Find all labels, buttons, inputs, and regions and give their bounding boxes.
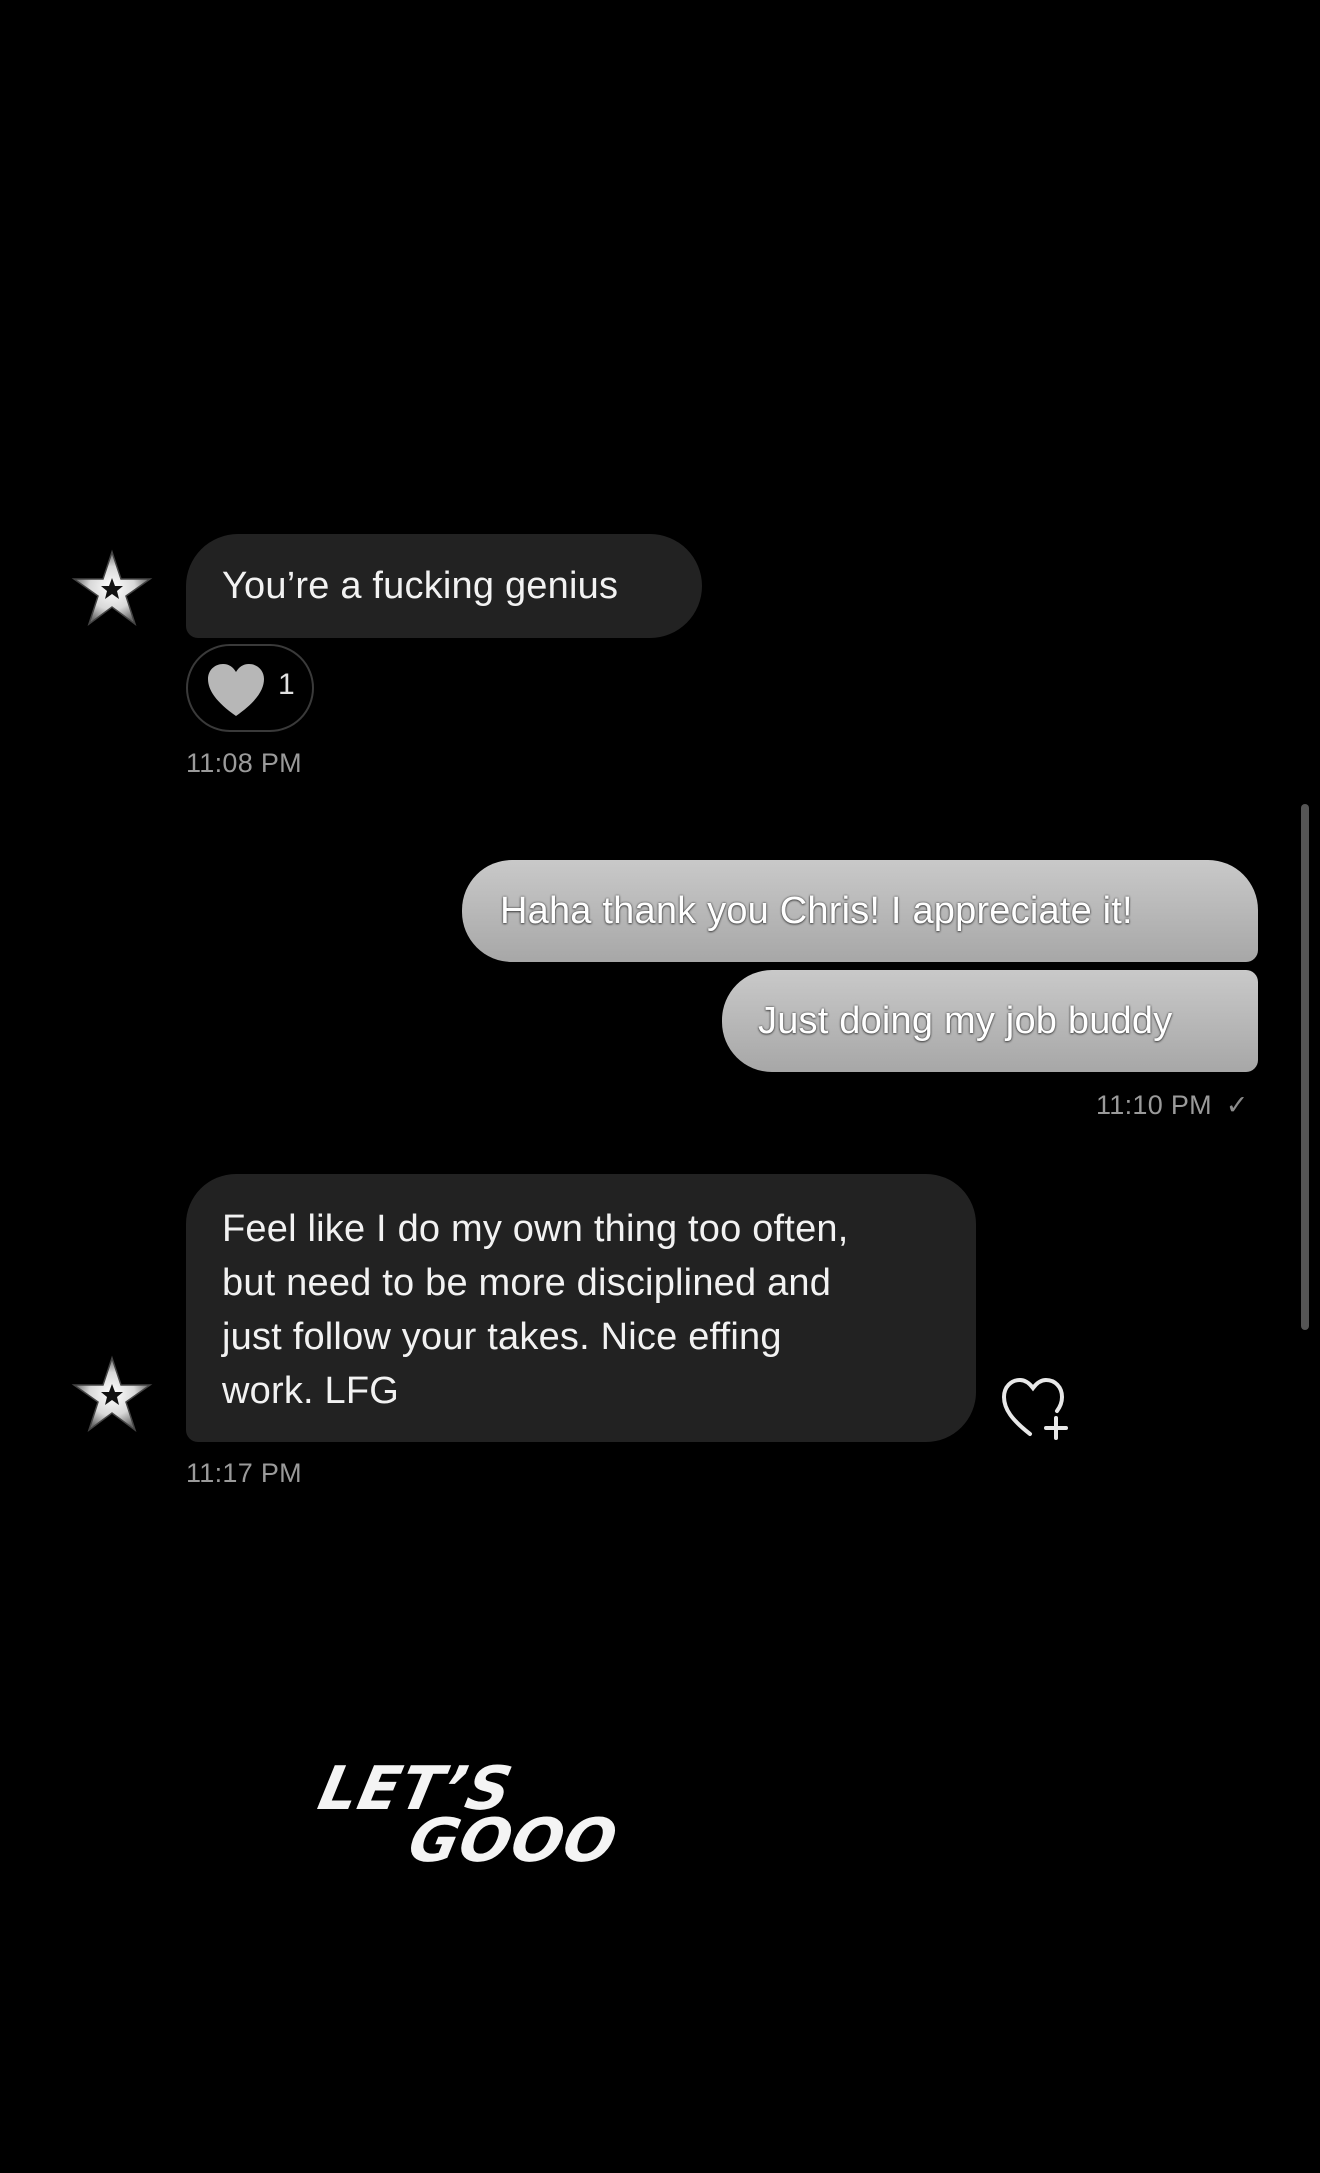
- lets-go-sticker: LET’S GOOO: [313, 1754, 636, 1876]
- scrollbar[interactable]: [1301, 804, 1309, 1330]
- check-icon: ✓: [1225, 1090, 1249, 1120]
- reaction-count: 1: [278, 668, 295, 701]
- message-line: Feel like I do my own thing too often,: [222, 1208, 849, 1250]
- message-timestamp: 11:17 PM: [186, 1458, 302, 1488]
- message-timestamp: 11:10 PM ✓: [1096, 1090, 1249, 1121]
- message-line: work. LFG: [222, 1370, 400, 1412]
- sender-avatar[interactable]: [70, 548, 154, 632]
- incoming-message-bubble[interactable]: Feel like I do my own thing too often, b…: [186, 1174, 976, 1442]
- message-text: Just doing my job buddy: [758, 1000, 1173, 1042]
- timestamp-text: 11:10 PM: [1096, 1090, 1212, 1120]
- sticker-line-2: GOOO: [402, 1806, 624, 1876]
- outgoing-message-bubble[interactable]: Haha thank you Chris! I appreciate it!: [462, 860, 1258, 962]
- star-avatar-icon: [71, 1355, 153, 1432]
- sender-avatar[interactable]: [70, 1354, 154, 1438]
- reaction-chip[interactable]: 1: [186, 644, 314, 732]
- message-timestamp: 11:08 PM: [186, 748, 302, 778]
- heart-icon: [208, 664, 264, 716]
- message-line: but need to be more disciplined and: [222, 1262, 832, 1304]
- message-text: Haha thank you Chris! I appreciate it!: [500, 890, 1133, 932]
- incoming-message-bubble[interactable]: You’re a fucking genius: [186, 534, 702, 638]
- message-text: You’re a fucking genius: [222, 565, 619, 607]
- message-line: just follow your takes. Nice effing: [222, 1316, 782, 1358]
- star-avatar-icon: [71, 549, 153, 626]
- outgoing-message-bubble[interactable]: Just doing my job buddy: [722, 970, 1258, 1072]
- heart-plus-icon[interactable]: [1000, 1372, 1076, 1442]
